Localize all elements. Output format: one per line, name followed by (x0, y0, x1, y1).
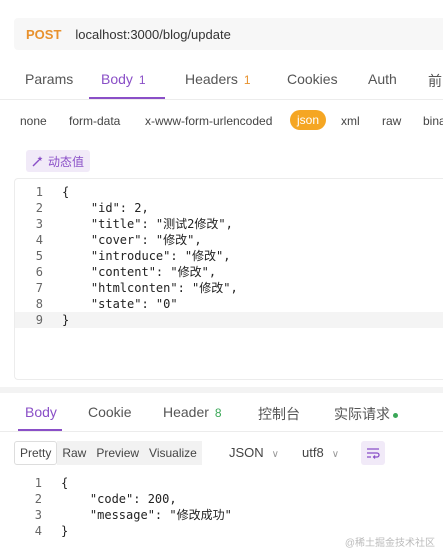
code-text: { (62, 185, 70, 199)
magic-wand-icon (32, 156, 43, 167)
resp-tab-actual-request[interactable]: 实际请求 (334, 404, 398, 424)
tab-params[interactable]: Params (25, 71, 73, 87)
url-bar[interactable]: POST localhost:3000/blog/update (14, 18, 443, 50)
view-pretty[interactable]: Pretty (14, 441, 58, 465)
line-number: 4 (34, 524, 42, 538)
code-line: 1{ (14, 475, 443, 491)
tab-cookies[interactable]: Cookies (287, 71, 338, 87)
code-text: } (61, 524, 69, 538)
code-line: 1{ (15, 184, 443, 200)
tab-label: Body (101, 71, 133, 87)
resp-tab-cookie[interactable]: Cookie (88, 404, 132, 420)
line-number: 4 (35, 233, 43, 247)
line-number: 8 (35, 297, 43, 311)
code-text: "code": 200, (61, 492, 177, 506)
tab-label: Params (25, 71, 74, 87)
line-number: 7 (35, 281, 43, 295)
wrap-icon (367, 448, 380, 459)
resp-tab-body[interactable]: Body (25, 404, 57, 420)
tab-auth[interactable]: Auth (368, 71, 397, 87)
line-number: 2 (34, 492, 42, 506)
encoding-select-value: utf8 (302, 445, 324, 460)
resp-tab-header[interactable]: Header 8 (163, 404, 222, 420)
code-line: 2 "code": 200, (14, 491, 443, 507)
body-type-selector: none form-data x-www-form-urlencoded jso… (0, 110, 443, 134)
view-mode-selector: Pretty Raw Preview Visualize (14, 441, 202, 465)
body-type-xml[interactable]: xml (341, 114, 360, 128)
body-type-urlencoded[interactable]: x-www-form-urlencoded (145, 114, 272, 128)
tab-label: Cookies (287, 71, 338, 87)
code-line: 5 "introduce": "修改", (15, 248, 443, 264)
code-text: "message": "修改成功" (61, 508, 232, 522)
status-dot (393, 412, 398, 418)
tab-label: Header (163, 404, 209, 420)
line-number: 9 (35, 313, 43, 327)
tab-headers[interactable]: Headers 1 (185, 71, 251, 87)
line-number: 5 (35, 249, 43, 263)
code-line: 7 "htmlconten": "修改", (15, 280, 443, 296)
chevron-down-icon: ∨ (331, 449, 340, 460)
line-number: 1 (35, 185, 43, 199)
tab-label: Headers (185, 71, 238, 87)
code-line: 4 "cover": "修改", (15, 232, 443, 248)
body-type-none[interactable]: none (20, 114, 47, 128)
code-line: 6 "content": "修改", (15, 264, 443, 280)
code-text: "introduce": "修改", (62, 249, 231, 263)
tab-more[interactable]: 前 (428, 71, 442, 91)
code-text: "content": "修改", (62, 265, 217, 279)
format-select-value: JSON (229, 445, 264, 460)
tab-label: Cookie (88, 404, 132, 420)
code-line: 2 "id": 2, (15, 200, 443, 216)
code-text: "title": "测试2修改", (62, 217, 233, 231)
watermark: @稀土掘金技术社区 (344, 538, 435, 549)
body-type-json[interactable]: json (290, 110, 327, 130)
code-line: 3 "message": "修改成功" (14, 507, 443, 523)
view-visualize[interactable]: Visualize (144, 441, 202, 465)
line-number: 3 (34, 508, 42, 522)
dynamic-value-label: 动态值 (48, 154, 85, 169)
tab-label: 实际请求 (334, 406, 390, 422)
tab-label: 前 (428, 73, 442, 89)
line-number: 6 (35, 265, 43, 279)
code-text: "htmlconten": "修改", (62, 281, 238, 295)
code-line: 3 "title": "测试2修改", (15, 216, 443, 232)
code-text: } (62, 313, 70, 327)
line-number: 1 (34, 476, 42, 490)
body-type-form-data[interactable]: form-data (69, 114, 120, 128)
code-text: "cover": "修改", (62, 233, 202, 247)
response-tabs: Body Cookie Header 8 控制台 实际请求 (0, 400, 443, 432)
tab-label: Body (25, 404, 57, 420)
chevron-down-icon: ∨ (271, 449, 279, 460)
view-preview[interactable]: Preview (91, 441, 145, 465)
http-method[interactable]: POST (26, 27, 61, 42)
url-input[interactable]: localhost:3000/blog/update (75, 27, 230, 42)
dynamic-value-button[interactable]: 动态值 (26, 150, 91, 172)
code-line: 8 "state": "0" (15, 296, 443, 312)
code-text: "id": 2, (62, 201, 149, 215)
tab-label: 控制台 (258, 406, 300, 422)
active-tab-indicator (89, 97, 165, 99)
request-body-editor[interactable]: 1{ 2 "id": 2, 3 "title": "测试2修改", 4 "cov… (14, 178, 443, 380)
request-tabs: Params Body 1 Headers 1 Cookies Auth 前 (0, 62, 443, 100)
view-raw[interactable]: Raw (57, 441, 92, 465)
tab-count: 1 (243, 73, 251, 87)
tab-count: 8 (214, 406, 222, 420)
code-text: { (61, 476, 69, 490)
line-number: 3 (35, 217, 43, 231)
encoding-select[interactable]: utf8 ∨ (302, 445, 339, 460)
body-type-binary[interactable]: bina (423, 114, 443, 128)
body-type-raw[interactable]: raw (382, 114, 401, 128)
line-number: 2 (35, 201, 43, 215)
code-line-current: 9} (15, 312, 443, 328)
tab-count: 1 (138, 73, 146, 87)
tab-label: Auth (368, 71, 397, 87)
format-select[interactable]: JSON ∨ (229, 445, 279, 460)
tab-body[interactable]: Body 1 (101, 71, 146, 87)
word-wrap-button[interactable] (361, 441, 385, 465)
active-tab-indicator (18, 429, 62, 431)
panel-divider[interactable] (0, 387, 443, 393)
resp-tab-console[interactable]: 控制台 (258, 404, 300, 424)
code-text: "state": "0" (62, 297, 178, 311)
